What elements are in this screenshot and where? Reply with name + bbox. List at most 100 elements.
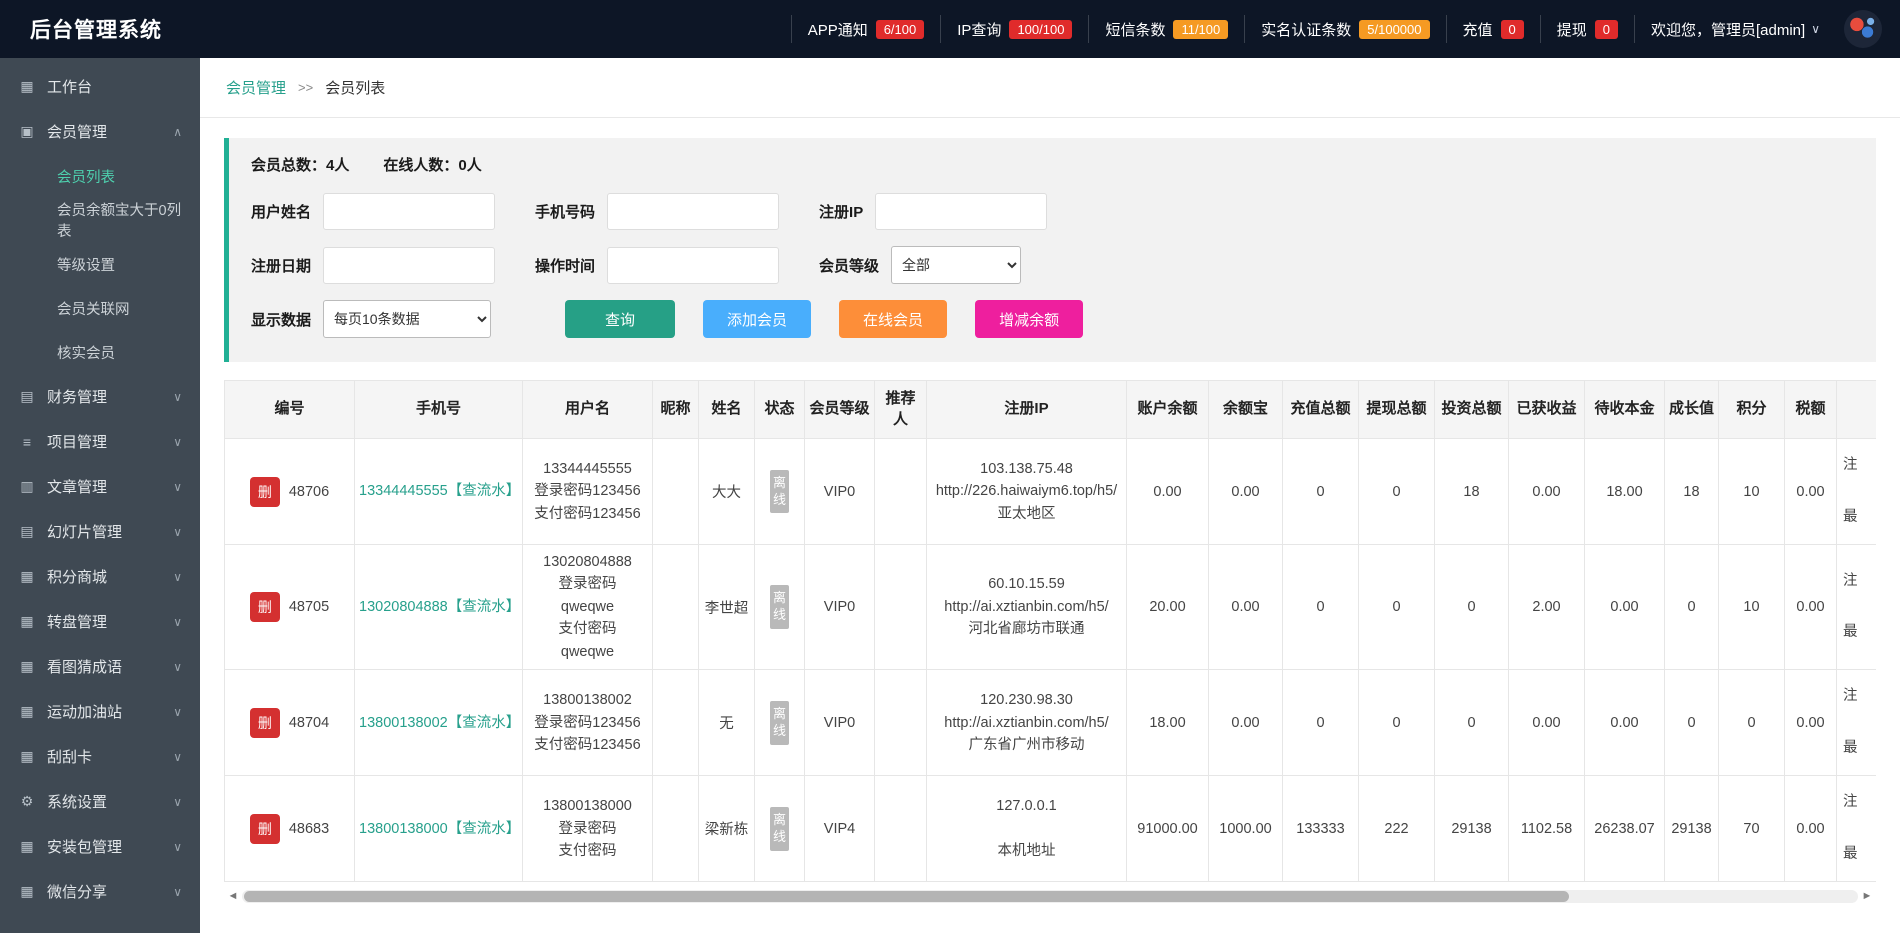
topbar-recharge[interactable]: 充值 0 [1445, 15, 1540, 43]
recharge-badge: 0 [1500, 19, 1524, 39]
adjust-balance-button[interactable]: 增减余额 [975, 300, 1084, 338]
scratch-card-icon: ▦ [20, 748, 34, 764]
table-row: 删 48705 13020804888【查流水】 13020804888 登录密码… [224, 543, 1876, 671]
app-title: 后台管理系统 [30, 19, 162, 42]
reg-date-input[interactable] [323, 246, 496, 284]
sidebar-item-wechat-share[interactable]: ▦ 微信分享 ∨ [0, 869, 200, 914]
filter-row-3: 显示数据 每页10条数据 查询 添加会员 在线会员 增减余额 [251, 300, 1854, 338]
welcome-menu[interactable]: 欢迎您，管理员[admin] ∨ [1634, 15, 1836, 43]
sidebar-item-finance[interactable]: ▤ 财务管理 ∨ [0, 374, 200, 419]
name-cell: 梁新栋 [698, 775, 755, 883]
phone-input[interactable] [607, 193, 780, 230]
yuebao-cell: 1000.00 [1208, 775, 1283, 883]
workbench-icon: ▦ [20, 78, 34, 94]
topbar-realname-count[interactable]: 实名认证条数 5/100000 [1244, 15, 1445, 43]
breadcrumb-section-link[interactable]: 会员管理 [226, 77, 286, 98]
caret-down-icon: ∨ [1811, 22, 1820, 36]
phone-flow-link[interactable]: 13800138000【查流水】 [359, 821, 520, 837]
phone-flow-link[interactable]: 13344445555【查流水】 [359, 483, 520, 499]
query-button[interactable]: 查询 [565, 300, 676, 338]
app-notice-badge: 6/100 [875, 19, 925, 39]
online-members-button[interactable]: 在线会员 [839, 300, 948, 338]
sidebar-item-level-settings[interactable]: 等级设置 [0, 242, 200, 286]
topbar-right: APP通知 6/100 IP查询 100/100 短信条数 11/100 实名认… [790, 0, 1882, 58]
status-badge: 离线 [770, 700, 789, 745]
sidebar-item-points-mall[interactable]: ▦ 积分商城 ∨ [0, 554, 200, 599]
sidebar-item-project[interactable]: ≡ 项目管理 ∨ [0, 419, 200, 464]
reg-ip-label: 注册IP [819, 204, 864, 221]
sidebar-item-workbench[interactable]: ▦ 工作台 [0, 64, 200, 109]
nickname-cell [652, 438, 699, 545]
sidebar-item-system-settings[interactable]: ⚙ 系统设置 ∨ [0, 779, 200, 824]
phone-flow-link[interactable]: 13020804888【查流水】 [359, 599, 520, 615]
topbar-realname-count-label: 实名认证条数 [1261, 21, 1352, 39]
sidebar-item-package[interactable]: ▦ 安装包管理 ∨ [0, 824, 200, 869]
reg-ip-cell: 127.0.0.1 本机地址 [926, 775, 1127, 883]
delete-button[interactable]: 删 [249, 813, 280, 844]
status-badge: 离线 [770, 585, 789, 630]
sidebar-item-yuebao-list[interactable]: 会员余额宝大于0列表 [0, 198, 200, 242]
sidebar-item-slides[interactable]: ▤ 幻灯片管理 ∨ [0, 509, 200, 554]
username-input[interactable] [323, 193, 496, 230]
sidebar-item-idiom-game[interactable]: ▦ 看图猜成语 ∨ [0, 644, 200, 689]
col-header-points: 积分 [1718, 380, 1785, 439]
member-level-select[interactable]: 全部 [891, 246, 1022, 284]
topbar-withdraw-label: 提现 [1556, 21, 1587, 39]
withdraw-cell: 0 [1358, 543, 1435, 671]
col-header-reg-ip: 注册IP [926, 380, 1127, 439]
topbar-app-notice-label: APP通知 [807, 21, 868, 39]
name-cell: 李世超 [698, 543, 755, 671]
balance-cell: 91000.00 [1126, 775, 1209, 883]
member-id: 48705 [288, 599, 330, 616]
scrollbar-thumb[interactable] [244, 890, 1570, 902]
topbar-ip-query[interactable]: IP查询 100/100 [940, 15, 1088, 43]
add-member-button[interactable]: 添加会员 [703, 300, 812, 338]
scrollbar-track[interactable] [242, 889, 1858, 903]
scroll-right-icon[interactable]: ► [1858, 890, 1876, 902]
sidebar-item-member-management[interactable]: ▣ 会员管理 ∧ [0, 109, 200, 154]
horizontal-scrollbar[interactable]: ◄ ► [224, 886, 1876, 906]
breadcrumb-separator: >> [298, 80, 314, 95]
sidebar: ▦ 工作台 ▣ 会员管理 ∧ 会员列表 会员余额宝大于0列表 等级设置 会员关联… [0, 58, 200, 933]
delete-button[interactable]: 删 [249, 592, 280, 623]
col-header-recharge-total: 充值总额 [1282, 380, 1359, 439]
chevron-down-icon: ∨ [173, 569, 182, 584]
chevron-down-icon: ∨ [173, 704, 182, 719]
referrer-cell [874, 438, 927, 545]
sidebar-item-member-network[interactable]: 会员关联网 [0, 286, 200, 330]
invest-cell: 0 [1434, 669, 1509, 777]
sidebar-item-article[interactable]: ▥ 文章管理 ∨ [0, 464, 200, 509]
scroll-left-icon[interactable]: ◄ [224, 890, 242, 902]
phone-flow-link[interactable]: 13800138002【查流水】 [359, 715, 520, 731]
sidebar-item-sports[interactable]: ▦ 运动加油站 ∨ [0, 689, 200, 734]
user-credentials: 13800138002 登录密码123456 支付密码123456 [522, 669, 653, 777]
topbar-sms-count[interactable]: 短信条数 11/100 [1088, 15, 1244, 43]
sidebar-item-member-list[interactable]: 会员列表 [0, 154, 200, 198]
topbar-withdraw[interactable]: 提现 0 [1539, 15, 1634, 43]
page-size-select[interactable]: 每页10条数据 [323, 300, 492, 338]
col-header-growth: 成长值 [1664, 380, 1719, 439]
sidebar-item-label: 积分商城 [47, 569, 108, 586]
article-icon: ▥ [20, 478, 34, 494]
avatar[interactable] [1844, 10, 1882, 48]
op-time-input[interactable] [607, 246, 780, 284]
reg-ip-input[interactable] [875, 193, 1048, 230]
sidebar-item-verify-member[interactable]: 核实会员 [0, 330, 200, 374]
balance-cell: 0.00 [1126, 438, 1209, 545]
pending-cell: 18.00 [1584, 438, 1665, 545]
topbar-app-notice[interactable]: APP通知 6/100 [790, 15, 941, 43]
delete-button[interactable]: 删 [249, 476, 280, 507]
col-header-pending-principal: 待收本金 [1584, 380, 1665, 439]
sidebar-item-label: 幻灯片管理 [47, 524, 123, 541]
sports-icon: ▦ [20, 703, 34, 719]
clipped-cell: 注最 [1836, 543, 1876, 671]
clipped-cell: 注最 [1836, 438, 1876, 545]
package-icon: ▦ [20, 838, 34, 854]
sidebar-item-scratch-card[interactable]: ▦ 刮刮卡 ∨ [0, 734, 200, 779]
ip-query-badge: 100/100 [1009, 19, 1073, 39]
withdraw-cell: 222 [1358, 775, 1435, 883]
sidebar-item-wheel[interactable]: ▦ 转盘管理 ∨ [0, 599, 200, 644]
delete-button[interactable]: 删 [249, 707, 280, 738]
table-row: 删 48683 13800138000【查流水】 13800138000 登录密码… [224, 775, 1876, 883]
recharge-cell: 133333 [1282, 775, 1359, 883]
